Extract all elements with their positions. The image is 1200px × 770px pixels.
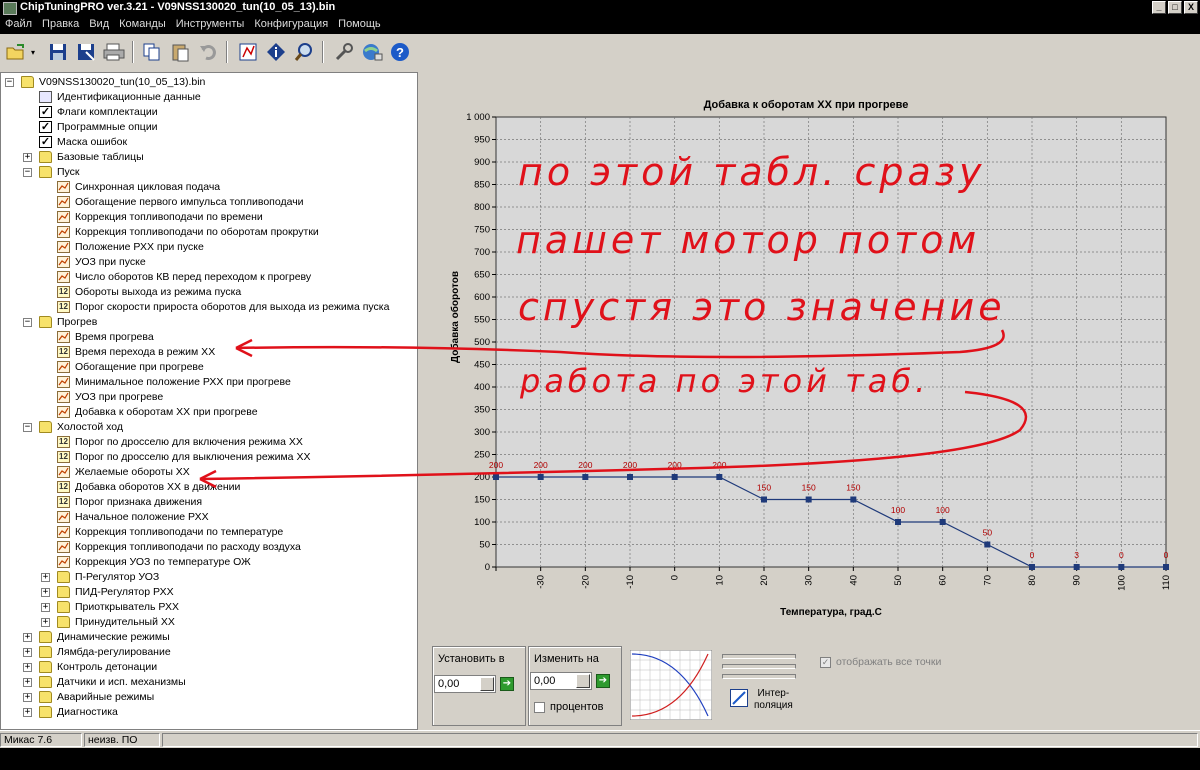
apply-set-button[interactable]: ➔: [500, 677, 514, 691]
interpolation-label: Интер- поляция: [754, 688, 793, 712]
arrow-to-warmup-time: [235, 329, 1005, 359]
status-bar: Микас 7.6 неизв. ПО: [0, 730, 1200, 749]
set-label: Установить в: [438, 653, 505, 665]
spin-icon[interactable]: [576, 674, 590, 688]
status-empty: [162, 733, 1198, 747]
bottom-border: [0, 748, 1200, 770]
set-value-input[interactable]: 0,00: [434, 675, 496, 693]
status-software: неизв. ПО: [84, 733, 160, 747]
show-points-checkbox[interactable]: ✓: [820, 657, 831, 668]
arrow-to-desired-idle: [199, 390, 1028, 481]
slider-track-2[interactable]: [722, 664, 796, 669]
interpolation-icon: [732, 691, 746, 705]
slider-track-1[interactable]: [722, 654, 796, 659]
interpolation-label-line2: поляция: [754, 700, 793, 711]
apply-change-button[interactable]: ➔: [596, 674, 610, 688]
interpolation-preview: [630, 650, 712, 720]
set-value: 0,00: [438, 678, 460, 690]
spin-icon[interactable]: [480, 677, 494, 691]
percent-label: процентов: [550, 701, 604, 713]
show-points-label: отображать все точки: [836, 656, 942, 668]
percent-checkbox[interactable]: [534, 702, 545, 713]
change-label: Изменить на: [534, 653, 599, 665]
controls-panel: Установить в 0,00 ➔ Изменить на 0,00 ➔ п…: [428, 642, 1200, 730]
change-value-input[interactable]: 0,00: [530, 672, 592, 690]
change-value: 0,00: [534, 675, 556, 687]
interpolation-label-line1: Интер-: [757, 688, 790, 699]
interpolation-button[interactable]: [730, 689, 748, 707]
status-ecu: Микас 7.6: [0, 733, 82, 747]
slider-track-3[interactable]: [722, 674, 796, 679]
